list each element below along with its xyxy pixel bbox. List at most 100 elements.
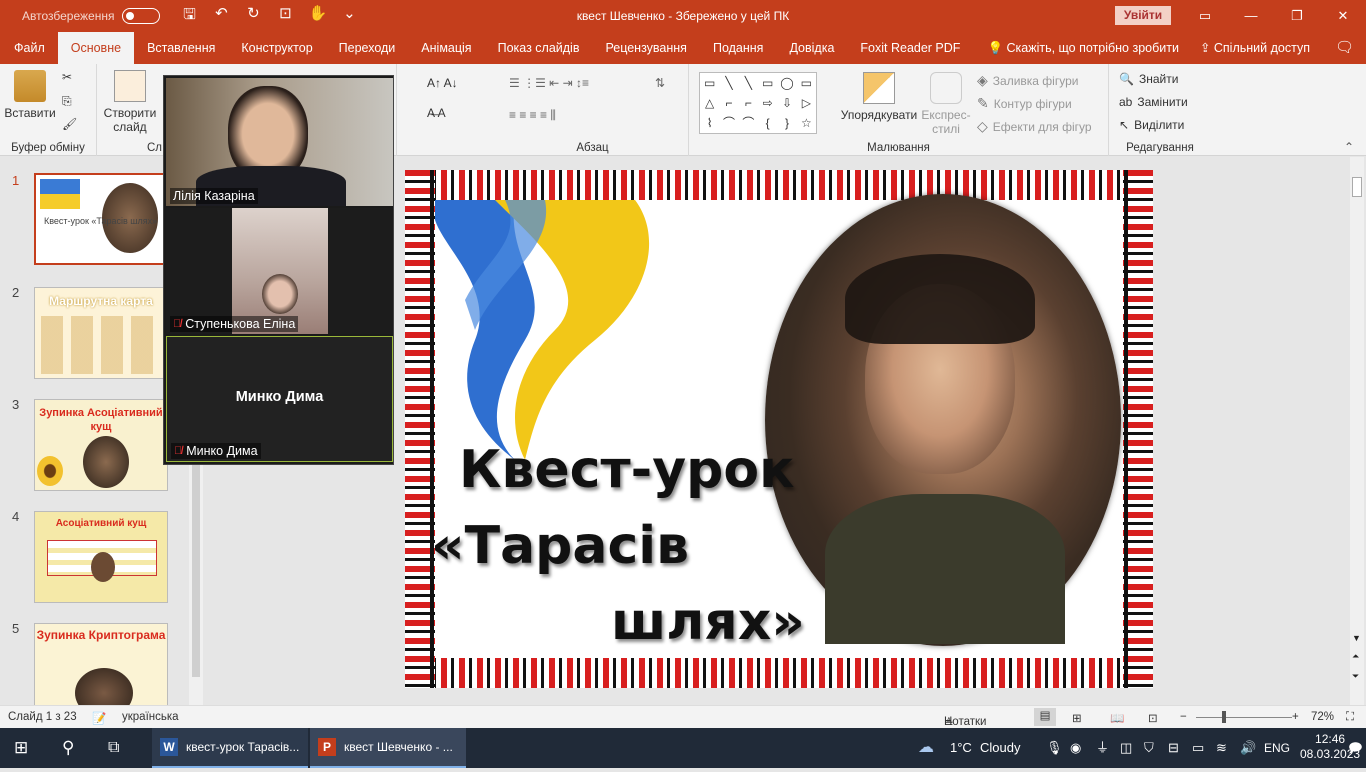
wifi-icon[interactable]: ≋ (1216, 728, 1227, 768)
redo-icon[interactable]: ↻ (244, 4, 262, 29)
replace-button[interactable]: ab Замінити (1119, 95, 1188, 109)
slide-scroll-thumb[interactable] (1352, 177, 1362, 197)
shape-outline-button[interactable]: ✎ Контур фігури (977, 95, 1072, 112)
next-slide-icon[interactable]: ⏷ (1352, 671, 1359, 682)
tab-home[interactable]: Основне (57, 32, 135, 64)
network-app-icon[interactable]: ⊟ (1168, 728, 1179, 768)
tab-slideshow[interactable]: Показ слайдів (485, 32, 593, 64)
align-icons[interactable]: ≡ ≡ ≡ ≡ ⫼ (509, 108, 556, 123)
input-language[interactable]: ENG (1264, 728, 1290, 768)
save-icon[interactable]: 🖫 (180, 4, 198, 29)
thumbnail-slide-5[interactable]: Зупинка Криптограма (34, 623, 168, 715)
powerpoint-icon: P (318, 738, 336, 756)
arrange-button[interactable]: Упорядкувати (839, 72, 919, 122)
windows-start-icon[interactable]: ⊞ (14, 728, 28, 768)
zoom-out-icon[interactable]: − (1180, 711, 1187, 723)
volume-icon[interactable]: 🔊 (1240, 728, 1256, 768)
clear-format-icon[interactable]: A̶ A (427, 106, 446, 120)
reading-view-icon[interactable]: 📖 (1110, 711, 1124, 725)
shield-icon[interactable]: ⛉ (1144, 728, 1154, 768)
increase-font-icon[interactable]: A↑ A↓ (427, 76, 458, 90)
taskbar-powerpoint-app[interactable]: P квест Шевченко - ... (310, 728, 466, 768)
microphone-icon[interactable]: 🎙 (1046, 728, 1063, 768)
battery-icon[interactable]: ▭ (1192, 728, 1204, 768)
slide-scrollbar[interactable]: ▼ ⏶ ⏷ (1350, 157, 1364, 705)
weather-temp[interactable]: 1°C (950, 728, 972, 768)
ornament-border-bottom (405, 658, 1153, 688)
thumbnail-slide-4[interactable]: Асоціативний кущ (34, 511, 168, 603)
search-icon[interactable]: ⚲ (62, 728, 74, 768)
tab-foxit[interactable]: Foxit Reader PDF (847, 32, 973, 64)
tab-view[interactable]: Подання (700, 32, 776, 64)
ribbon-display-icon[interactable]: ▭ (1182, 0, 1228, 32)
tab-help[interactable]: Довідка (776, 32, 847, 64)
video-tile-2[interactable]: 🎙̸ Ступенькова Еліна (166, 208, 393, 334)
signin-button[interactable]: Увійти (1115, 6, 1171, 25)
tab-review[interactable]: Рецензування (592, 32, 699, 64)
shape-fill-button[interactable]: ◈ Заливка фігури (977, 72, 1078, 89)
slide-sorter-icon[interactable]: ⊞ (1072, 711, 1082, 725)
thumbnail-slide-2[interactable]: Маршрутна карта (34, 287, 168, 379)
select-button[interactable]: ↖ Виділити (1119, 118, 1184, 132)
shape-effects-button[interactable]: ◇ Ефекти для фігур (977, 118, 1092, 135)
task-view-icon[interactable]: ⧉ (108, 728, 119, 768)
new-slide-button[interactable]: Створити слайд (101, 70, 159, 134)
thumb-number: 2 (12, 285, 20, 300)
autosave-control[interactable]: Автозбереження (22, 8, 161, 24)
collapse-ribbon-icon[interactable]: ⌃ (1344, 140, 1354, 154)
find-button[interactable]: 🔍 Знайти (1119, 72, 1178, 86)
video-conference-panel[interactable]: Лілія Казаріна 🎙̸ Ступенькова Еліна Минко… (163, 75, 394, 465)
tell-me-search[interactable]: 💡 Скажіть, що потрібно зробити (987, 32, 1179, 64)
zoom-slider-thumb[interactable] (1222, 711, 1226, 723)
participant-name-tile: Лілія Казаріна (170, 188, 258, 204)
thumbnail-slide-3[interactable]: Зупинка Асоціативний кущ (34, 399, 168, 491)
taskbar-word-app[interactable]: W квест-урок Тарасів... (152, 728, 308, 768)
close-icon[interactable]: ✕ (1320, 0, 1366, 32)
autosave-toggle[interactable] (122, 8, 161, 24)
tab-file[interactable]: Файл (0, 32, 58, 64)
scroll-down-icon[interactable]: ▼ (1352, 633, 1361, 643)
language-indicator[interactable]: українська (122, 711, 179, 723)
quick-styles-button[interactable]: Експрес-стилі (921, 72, 971, 136)
spellcheck-icon[interactable]: 📝 (92, 711, 106, 725)
fit-slide-icon[interactable]: ⛶ (1346, 711, 1354, 724)
zoom-in-icon[interactable]: + (1292, 711, 1299, 723)
tab-design[interactable]: Конструктор (228, 32, 325, 64)
prev-slide-icon[interactable]: ⏶ (1352, 651, 1359, 662)
share-button[interactable]: ⇪ Спільний доступ (1200, 32, 1310, 64)
tab-transitions[interactable]: Переходи (326, 32, 409, 64)
notification-icon[interactable]: 🗩 (1348, 728, 1362, 768)
tab-insert[interactable]: Вставлення (134, 32, 228, 64)
weather-icon[interactable]: ☁ (918, 728, 934, 768)
touch-mode-icon[interactable]: ✋ (308, 4, 327, 29)
notes-label: Нотатки (944, 716, 987, 728)
zoom-level[interactable]: 72% (1311, 711, 1334, 723)
tab-animations[interactable]: Анімація (408, 32, 484, 64)
slideshow-view-icon[interactable]: ⊡ (1148, 711, 1158, 725)
maximize-icon[interactable]: ❐ (1274, 0, 1320, 32)
text-direction-icon[interactable]: ⇅ (655, 76, 665, 90)
present-icon[interactable]: ⊡ (276, 4, 294, 29)
minimize-icon[interactable]: — (1228, 0, 1274, 32)
copy-icon[interactable]: ⎘ (62, 94, 72, 109)
shapes-gallery[interactable]: ▭ ╲ ╲ ▭ ◯ ▭ △ ⌐ ⌐ ⇨ ⇩ ▷ ⌇ ⌒ ⌒{} ☆ (699, 72, 817, 134)
undo-icon[interactable]: ↶ (212, 4, 230, 29)
slides-group-label: Сл (147, 142, 163, 154)
normal-view-icon[interactable]: ▤ (1034, 708, 1056, 726)
meeting-icon[interactable]: ◉ (1070, 728, 1081, 768)
video-tile-3[interactable]: Минко Дима 🎙̸ Минко Дима (166, 336, 393, 462)
customize-qat-icon[interactable]: ⌄ (340, 4, 358, 29)
usb-icon[interactable]: ⏚ (1096, 728, 1109, 768)
format-painter-icon[interactable]: 🖌 (62, 117, 77, 131)
app-tray-icon[interactable]: ◫ (1120, 728, 1132, 768)
comments-icon[interactable]: 🗨 (1335, 32, 1354, 64)
zoom-slider[interactable] (1196, 717, 1292, 718)
list-icons[interactable]: ☰ ⋮☰ ⇤ ⇥ ↕≡ (509, 76, 589, 90)
video-tile-1[interactable]: Лілія Казаріна (166, 78, 393, 206)
weather-desc[interactable]: Cloudy (980, 728, 1020, 768)
paste-button[interactable]: Вставити (4, 70, 56, 120)
arrange-icon (863, 72, 895, 104)
slide-1[interactable]: Квест-урок «Тарасів шлях» (405, 170, 1153, 688)
cut-icon[interactable]: ✂ (62, 70, 72, 84)
thumbnail-slide-1[interactable]: Квест-урок «Тарасів шлях» (34, 173, 168, 265)
